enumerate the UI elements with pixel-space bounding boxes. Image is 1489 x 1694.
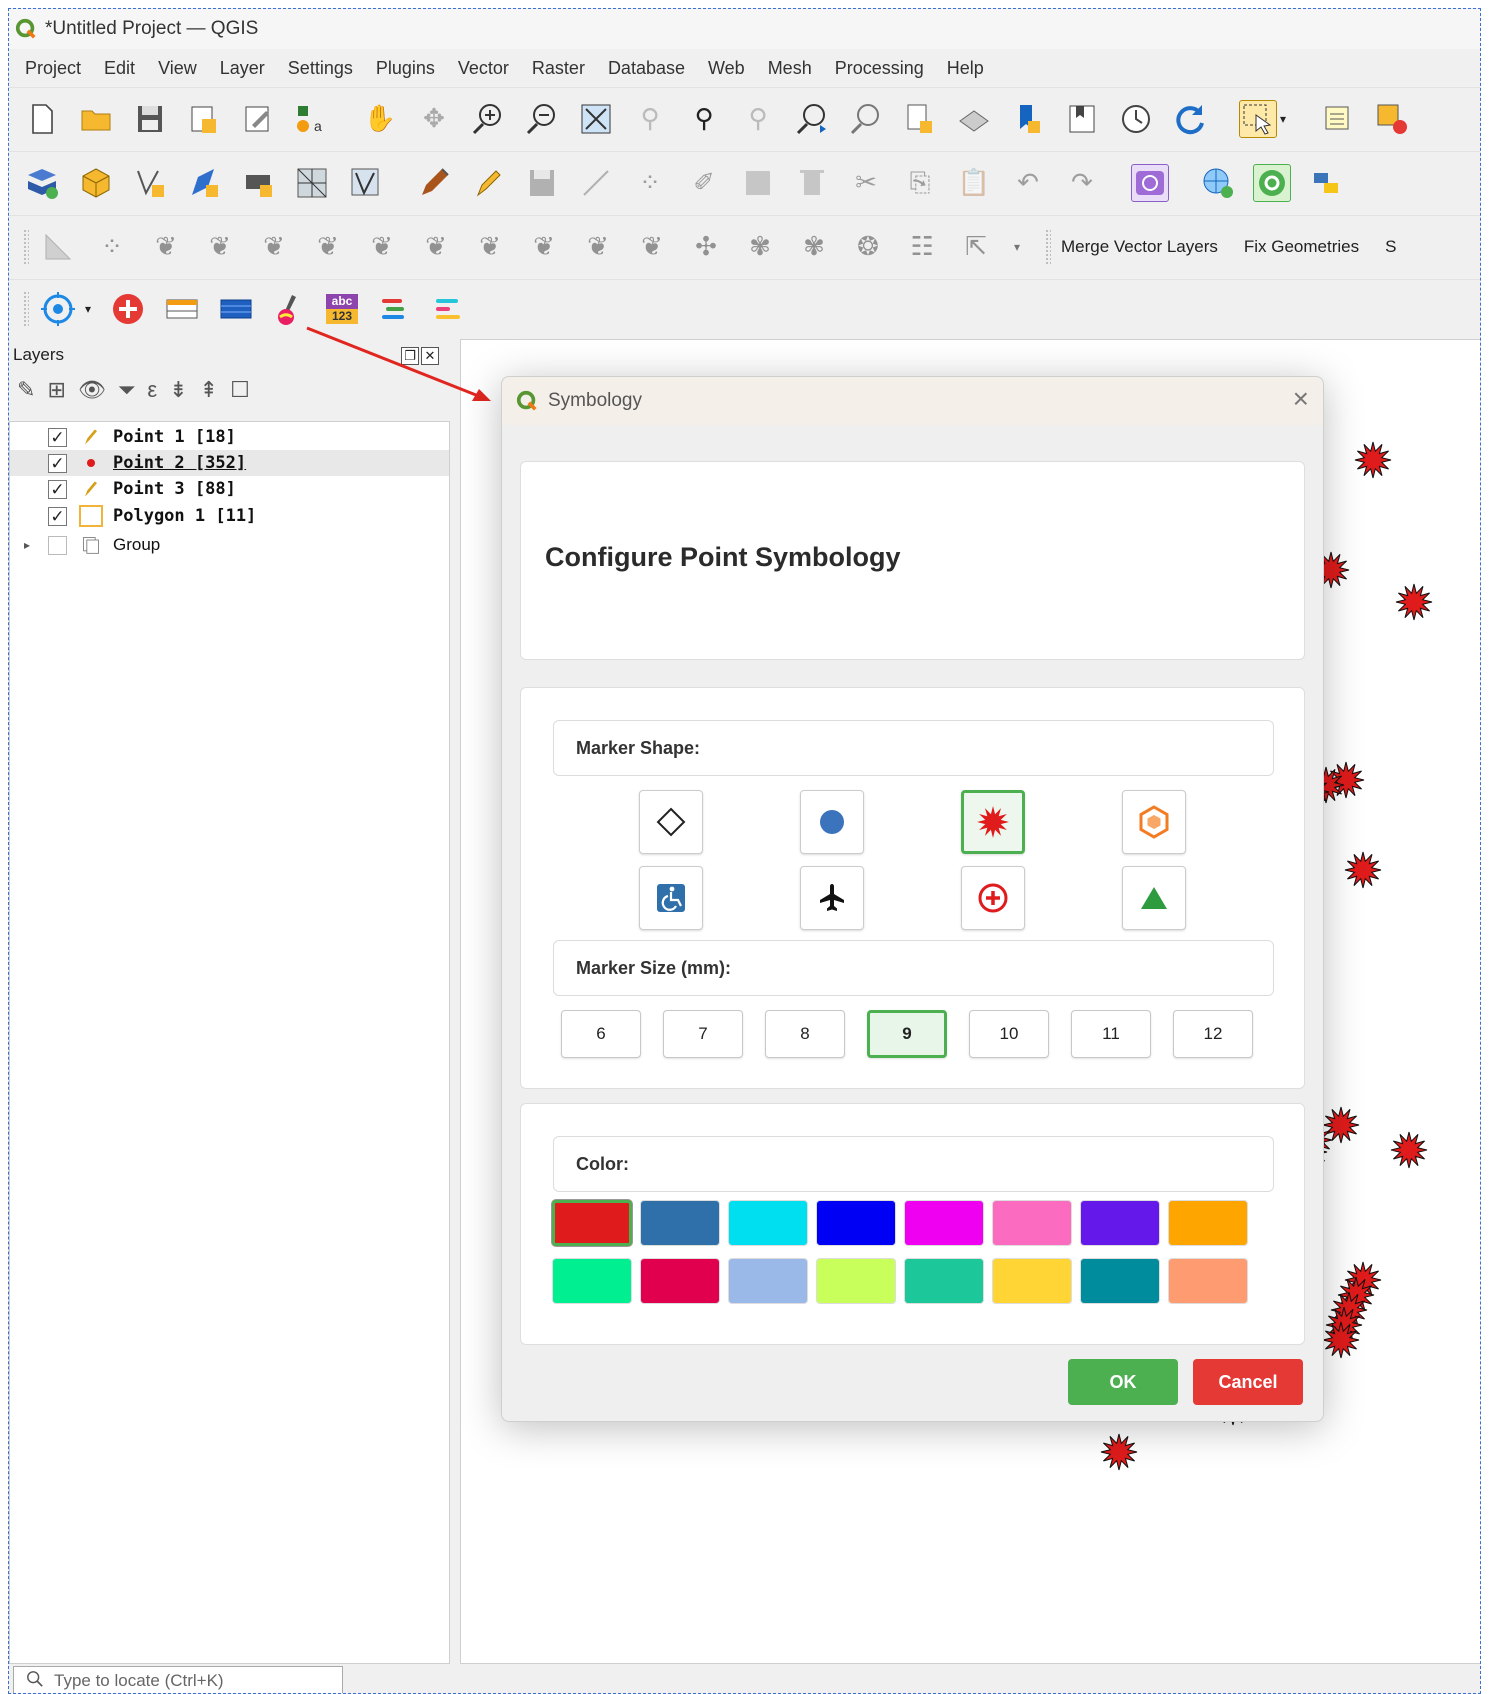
shape-hexagon-button[interactable] bbox=[1122, 790, 1186, 854]
shape-wheelchair-button[interactable] bbox=[639, 866, 703, 930]
airplane-icon bbox=[820, 884, 844, 911]
dialog-title: Symbology bbox=[548, 390, 642, 411]
size-button[interactable]: 8 bbox=[765, 1010, 845, 1058]
heading-card: Configure Point Symbology bbox=[520, 461, 1305, 660]
color-swatch[interactable] bbox=[1168, 1200, 1248, 1246]
symbology-dialog: Symbology × Configure Point Symbology Ma… bbox=[501, 376, 1324, 1422]
circle-icon bbox=[820, 810, 844, 834]
size-button[interactable]: 12 bbox=[1173, 1010, 1253, 1058]
color-swatch[interactable] bbox=[552, 1200, 632, 1246]
color-swatch[interactable] bbox=[728, 1200, 808, 1246]
qgis-logo-icon bbox=[516, 390, 538, 412]
shape-circle-button[interactable] bbox=[800, 790, 864, 854]
marker-shape-label: Marker Shape: bbox=[553, 720, 1274, 776]
shape-diamond-button[interactable] bbox=[639, 790, 703, 854]
shape-star-button[interactable] bbox=[961, 790, 1025, 854]
size-button[interactable]: 10 bbox=[969, 1010, 1049, 1058]
color-swatch[interactable] bbox=[816, 1200, 896, 1246]
color-swatch[interactable] bbox=[728, 1258, 808, 1304]
color-swatch[interactable] bbox=[816, 1258, 896, 1304]
dialog-title-bar: Symbology × bbox=[502, 377, 1323, 425]
color-swatch[interactable] bbox=[640, 1258, 720, 1304]
shape-size-card: Marker Shape: Marker Size (mm): 6 7 8 9 … bbox=[520, 687, 1305, 1089]
color-swatch[interactable] bbox=[992, 1200, 1072, 1246]
plus-circle-icon bbox=[978, 883, 1008, 913]
color-swatch[interactable] bbox=[640, 1200, 720, 1246]
wheelchair-icon bbox=[657, 884, 685, 912]
marker-size-label: Marker Size (mm): bbox=[553, 940, 1274, 996]
cancel-button[interactable]: Cancel bbox=[1193, 1359, 1303, 1405]
color-swatch[interactable] bbox=[904, 1200, 984, 1246]
shape-triangle-button[interactable] bbox=[1122, 866, 1186, 930]
triangle-icon bbox=[1141, 887, 1167, 909]
color-swatch[interactable] bbox=[552, 1258, 632, 1304]
color-card: Color: bbox=[520, 1103, 1305, 1345]
color-swatch[interactable] bbox=[992, 1258, 1072, 1304]
star-burst-icon bbox=[977, 806, 1009, 838]
color-swatch[interactable] bbox=[1080, 1258, 1160, 1304]
shape-plus-circle-button[interactable] bbox=[961, 866, 1025, 930]
size-button[interactable]: 11 bbox=[1071, 1010, 1151, 1058]
shape-airplane-button[interactable] bbox=[800, 866, 864, 930]
ok-button[interactable]: OK bbox=[1068, 1359, 1178, 1405]
size-button[interactable]: 6 bbox=[561, 1010, 641, 1058]
color-swatch[interactable] bbox=[1168, 1258, 1248, 1304]
color-swatch[interactable] bbox=[904, 1258, 984, 1304]
color-label: Color: bbox=[553, 1136, 1274, 1192]
color-swatch[interactable] bbox=[1080, 1200, 1160, 1246]
dialog-heading: Configure Point Symbology bbox=[545, 542, 901, 572]
size-button-selected[interactable]: 9 bbox=[867, 1010, 947, 1058]
qgis-window: *Untitled Project — QGIS Project Edit View… bbox=[8, 8, 1481, 1694]
hexagon-icon bbox=[1139, 805, 1169, 839]
size-button[interactable]: 7 bbox=[663, 1010, 743, 1058]
diamond-icon bbox=[656, 807, 686, 837]
close-icon[interactable]: × bbox=[1293, 385, 1309, 413]
